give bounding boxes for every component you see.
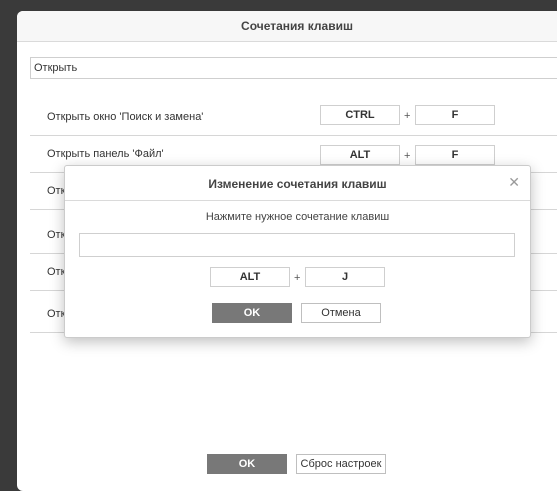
key-box[interactable]: CTRL [320,105,400,125]
key-box[interactable]: J [305,267,385,287]
row-label: Отк [47,185,66,197]
plus-sign: + [294,272,301,284]
dialog-title: Изменение сочетания клавиш [208,177,387,191]
reset-button[interactable]: Сброс настроек [296,454,386,474]
action-combo[interactable]: Открыть [30,57,557,79]
key-box[interactable]: F [415,145,495,165]
row-label: Отк [47,308,66,320]
window-title: Сочетания клавиш [241,19,353,33]
key-box[interactable]: ALT [210,267,290,287]
dialog-header: Изменение сочетания клавиш ✕ [65,166,530,201]
ok-button[interactable]: OK [212,303,292,323]
edit-shortcut-dialog: Изменение сочетания клавиш ✕ Нажмите нуж… [64,165,531,338]
close-icon[interactable]: ✕ [508,174,520,191]
key-box[interactable]: ALT [320,145,400,165]
dialog-hint: Нажмите нужное сочетание клавиш [205,211,390,223]
row-label: Открыть панель 'Файл' [47,148,164,160]
row-label: Открыть окно 'Поиск и замена' [47,111,204,123]
key-box[interactable]: F [415,105,495,125]
plus-sign: + [404,150,411,162]
row-label: Отк [47,229,66,241]
ok-button[interactable]: OK [207,454,287,474]
cancel-button[interactable]: Отмена [301,303,381,323]
plus-sign: + [404,110,411,122]
row-label: Отк [47,266,66,278]
shortcut-input[interactable] [79,233,515,257]
window-titlebar: Сочетания клавиш ✕ [17,11,557,42]
